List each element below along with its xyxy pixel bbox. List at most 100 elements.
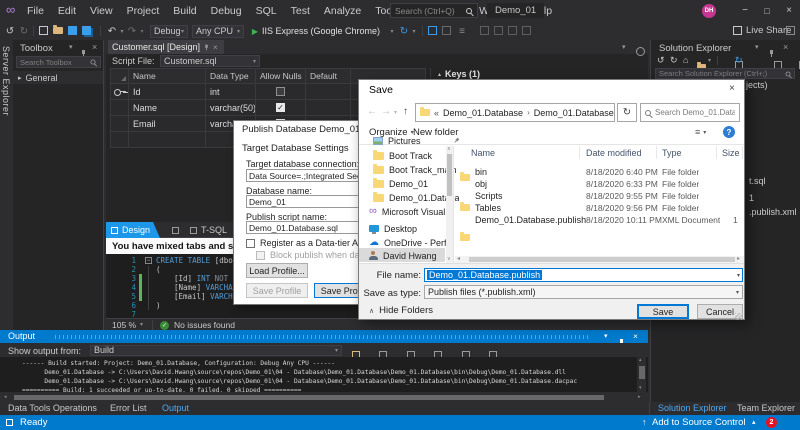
- row-header-cell[interactable]: [111, 116, 129, 131]
- output-horizontal-scrollbar[interactable]: ◂ ▸: [0, 392, 648, 402]
- column-divider[interactable]: [656, 146, 657, 159]
- save-icon[interactable]: [68, 26, 77, 35]
- refresh-icon[interactable]: ↻: [735, 55, 743, 66]
- breadcrumb-collapsed-icon[interactable]: «: [434, 108, 439, 118]
- toolbox-search-input[interactable]: Search Toolbox: [16, 56, 101, 68]
- code-fold-icon[interactable]: −: [145, 257, 152, 264]
- tab-data-tools-operations[interactable]: Data Tools Operations: [8, 403, 97, 413]
- address-bar[interactable]: « Demo_01.Database › Demo_01.Database › …: [415, 103, 615, 122]
- sidebar-scrollbar[interactable]: ∧ ∨: [446, 146, 453, 263]
- help-button[interactable]: ?: [723, 126, 735, 138]
- scroll-left-icon[interactable]: ◂: [4, 394, 7, 400]
- zoom-level[interactable]: 105 %: [112, 320, 136, 330]
- script-file-dropdown[interactable]: Customer.sql ▾: [160, 55, 260, 67]
- menu-file[interactable]: File: [20, 0, 51, 22]
- tab-customer-sql-design[interactable]: Customer.sql [Design] ×: [108, 40, 224, 54]
- breadcrumb-separator[interactable]: ›: [527, 108, 530, 117]
- column-header-date-modified[interactable]: Date modified: [586, 148, 642, 158]
- tab-design[interactable]: Design: [106, 222, 160, 238]
- tab-team-explorer[interactable]: Team Explorer: [737, 403, 795, 413]
- sidebar-item-visual-studio[interactable]: ∞Microsoft Visual S: [369, 205, 455, 218]
- solution-explorer-search-input[interactable]: Search Solution Explorer (Ctrl+;): [655, 68, 795, 79]
- tab-list-dropdown-icon[interactable]: ▾: [622, 43, 626, 51]
- column-divider[interactable]: [579, 146, 580, 159]
- menu-debug[interactable]: Debug: [204, 0, 249, 22]
- file-list-horizontal-scrollbar[interactable]: ◂ ▸: [455, 256, 744, 263]
- register-checkbox[interactable]: [246, 239, 255, 248]
- navigate-back-icon[interactable]: ↺: [4, 24, 16, 38]
- nav-up-icon[interactable]: ↑: [403, 106, 408, 117]
- scrollbar-thumb[interactable]: [639, 366, 645, 379]
- toolbox-close-icon[interactable]: ×: [92, 42, 97, 52]
- cell-datatype[interactable]: varchar(50): [206, 100, 256, 115]
- scroll-up-icon[interactable]: ∧: [447, 146, 451, 152]
- new-file-icon[interactable]: [39, 26, 48, 35]
- forward-icon[interactable]: ↻: [670, 55, 678, 66]
- breadcrumb-item[interactable]: Demo_01.Database: [534, 108, 614, 118]
- feedback-icon[interactable]: [786, 26, 795, 35]
- scrollbar-thumb[interactable]: [14, 395, 604, 400]
- column-header-name[interactable]: Name: [129, 69, 206, 83]
- add-to-source-control-button[interactable]: Add to Source Control: [652, 415, 745, 430]
- solution-tree-item-fragment[interactable]: t.sql: [749, 176, 766, 186]
- scrollbar-thumb[interactable]: [469, 257, 735, 262]
- file-name-input[interactable]: Demo_01.Database.publish ▾: [424, 268, 743, 282]
- save-as-type-dropdown[interactable]: Publish files (*.publish.xml) ▾: [424, 285, 743, 299]
- tab-close-icon[interactable]: ×: [213, 43, 218, 52]
- output-log[interactable]: ------ Build started: Project: Demo_01.D…: [0, 357, 648, 392]
- row-header-cell[interactable]: [111, 100, 129, 115]
- zoom-dropdown-icon[interactable]: ▾: [140, 321, 143, 328]
- undo-icon[interactable]: ↶: [106, 24, 118, 38]
- dialog-close-icon[interactable]: ×: [729, 83, 735, 94]
- breadcrumb-item[interactable]: Demo_01.Database: [443, 108, 523, 118]
- row-header-cell[interactable]: [111, 132, 129, 148]
- column-header-default[interactable]: Default: [306, 69, 351, 83]
- column-header-type[interactable]: Type: [662, 148, 682, 158]
- scroll-up-icon[interactable]: ▴: [639, 357, 642, 363]
- back-icon[interactable]: ↺: [657, 55, 665, 66]
- redo-dropdown-icon[interactable]: ▾: [138, 24, 146, 38]
- snapshot-icon[interactable]: [442, 26, 451, 35]
- run-target-label[interactable]: IIS Express (Google Chrome): [262, 22, 380, 40]
- menu-analyze[interactable]: Analyze: [317, 0, 368, 22]
- save-all-icon[interactable]: [82, 26, 91, 35]
- output-title-bar[interactable]: Output ▾ ×: [0, 330, 648, 343]
- cell-allownulls[interactable]: ✓: [256, 100, 306, 115]
- output-source-dropdown[interactable]: Build ▾: [90, 345, 342, 356]
- save-button[interactable]: Save: [637, 304, 689, 319]
- menu-test[interactable]: Test: [284, 0, 317, 22]
- bookmark-prev-icon[interactable]: [508, 26, 517, 35]
- column-header-allownulls[interactable]: Allow Nulls: [256, 69, 306, 83]
- toolbox-menu-icon[interactable]: ▾: [69, 43, 73, 51]
- bookmark-folder-icon[interactable]: [522, 26, 531, 35]
- row-header-cell[interactable]: [111, 84, 129, 99]
- sidebar-item-desktop[interactable]: Desktop: [369, 222, 455, 235]
- close-button[interactable]: ×: [779, 0, 799, 22]
- open-file-icon[interactable]: [53, 27, 63, 34]
- solution-tree-item-fragment[interactable]: .publish.xml: [749, 207, 797, 217]
- cell-datatype[interactable]: int: [206, 84, 256, 99]
- tab-output-active[interactable]: Output: [162, 403, 189, 413]
- tab-pin-icon[interactable]: [205, 44, 209, 50]
- cell-name[interactable]: Id: [129, 84, 206, 99]
- cell-default[interactable]: [306, 100, 351, 115]
- column-header-name[interactable]: Name: [471, 148, 495, 158]
- grid-corner-cell[interactable]: [111, 69, 129, 83]
- hide-folders-button[interactable]: ∧ Hide Folders: [369, 305, 433, 316]
- chevron-up-icon[interactable]: ▴: [752, 415, 756, 430]
- bookmark-next-icon[interactable]: [494, 26, 503, 35]
- tab-error-list[interactable]: Error List: [110, 403, 147, 413]
- attach-debugger-icon[interactable]: [428, 26, 437, 35]
- allow-nulls-checkbox[interactable]: ✓: [276, 103, 285, 112]
- undo-dropdown-icon[interactable]: ▾: [118, 24, 126, 38]
- file-row-bin[interactable]: bin 8/18/2020 6:40 PM File folder: [359, 80, 744, 98]
- live-share-button[interactable]: Live Share: [746, 22, 791, 40]
- run-target-dropdown-icon[interactable]: ▾: [388, 24, 396, 38]
- panel-menu-icon[interactable]: ▾: [755, 43, 759, 51]
- toolbar-options-icon[interactable]: ≡: [456, 24, 468, 38]
- server-explorer-vertical-tab[interactable]: Server Explorer: [1, 46, 11, 116]
- solution-tree-item-fragment[interactable]: 1: [749, 193, 754, 203]
- chevron-down-icon[interactable]: ▾: [737, 272, 740, 279]
- column-header-size[interactable]: Size: [722, 148, 740, 158]
- cell-allownulls[interactable]: [256, 84, 306, 99]
